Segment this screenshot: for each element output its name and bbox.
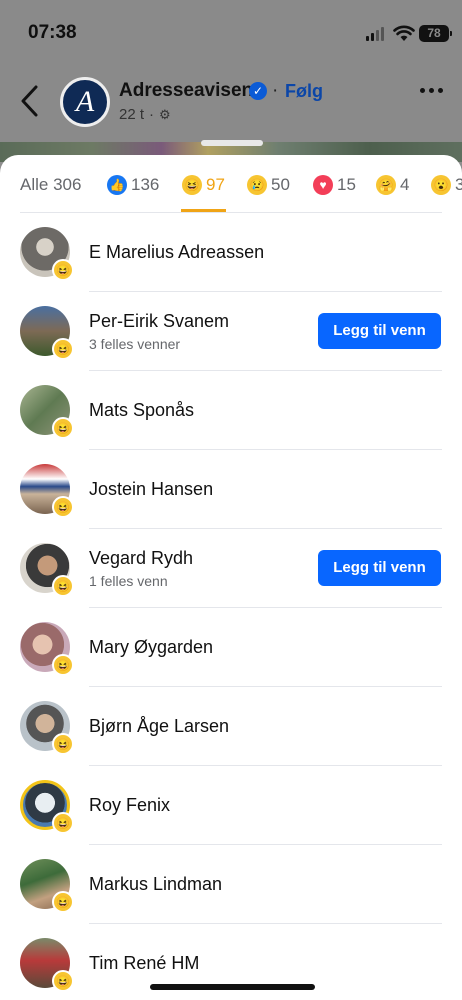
tab-care-count: 4 — [400, 175, 410, 194]
reaction-tabs: Alle 306 👍 136 😆 97 😢 50 ♥ 15 🤗 4 😮 3 — [0, 155, 462, 212]
cellular-signal-icon — [366, 27, 384, 41]
person-name[interactable]: E Marelius Adreassen — [89, 242, 264, 263]
person-name[interactable]: Jostein Hansen — [89, 479, 213, 500]
separator-dot: · — [149, 106, 155, 123]
list-item[interactable]: 😆 Jostein Hansen — [0, 450, 462, 529]
tab-haha[interactable]: 😆 97 — [182, 174, 225, 196]
post-age: 22 t — [119, 106, 145, 123]
tab-wow[interactable]: 😮 3 — [431, 174, 462, 196]
tab-love-count: 15 — [337, 175, 356, 194]
status-time: 07:38 — [28, 22, 77, 43]
care-reaction-icon: 🤗 — [376, 175, 396, 195]
sheet-grabber[interactable] — [201, 140, 263, 146]
haha-reaction-icon: 😆 — [52, 812, 74, 834]
tab-like-count: 136 — [131, 175, 160, 194]
person-name[interactable]: Bjørn Åge Larsen — [89, 716, 229, 737]
reactions-sheet: Alle 306 👍 136 😆 97 😢 50 ♥ 15 🤗 4 😮 3 😆 … — [0, 155, 462, 1000]
haha-reaction-icon: 😆 — [52, 575, 74, 597]
mutual-friends: 1 felles venn — [89, 573, 168, 589]
haha-reaction-icon: 😆 — [52, 970, 74, 992]
person-name[interactable]: Tim René HM — [89, 953, 199, 974]
tab-sad[interactable]: 😢 50 — [247, 174, 290, 196]
list-item[interactable]: 😆 Per-Eirik Svanem 3 felles venner Legg … — [0, 292, 462, 371]
mutual-friends: 3 felles venner — [89, 336, 181, 352]
settings-gear-icon: ⚙ — [159, 106, 171, 122]
page-name[interactable]: Adresseavisen — [119, 80, 253, 102]
sad-reaction-icon: 😢 — [247, 175, 267, 195]
tab-sad-count: 50 — [271, 175, 290, 194]
tab-wow-count: 3 — [455, 175, 462, 194]
battery-indicator: 78 — [419, 25, 452, 42]
list-item[interactable]: 😆 Mary Øygarden — [0, 608, 462, 687]
tab-all[interactable]: Alle 306 — [20, 174, 81, 196]
person-name[interactable]: Per-Eirik Svanem — [89, 311, 229, 332]
post-header: A Adresseavisen ✓ · Følg 22 t · ⚙ — [0, 62, 462, 142]
tab-all-label: Alle 306 — [20, 175, 82, 194]
more-options-icon[interactable] — [420, 88, 443, 93]
list-item[interactable]: 😆 E Marelius Adreassen — [0, 213, 462, 292]
page-avatar[interactable]: A — [60, 77, 110, 127]
haha-reaction-icon: 😆 — [52, 654, 74, 676]
wow-reaction-icon: 😮 — [431, 175, 451, 195]
tab-love[interactable]: ♥ 15 — [313, 174, 356, 196]
list-item[interactable]: 😆 Vegard Rydh 1 felles venn Legg til ven… — [0, 529, 462, 608]
back-arrow-icon[interactable] — [18, 84, 42, 118]
person-name[interactable]: Roy Fenix — [89, 795, 170, 816]
home-indicator[interactable] — [150, 984, 315, 990]
love-reaction-icon: ♥ — [313, 175, 333, 195]
status-bar: 07:38 78 — [0, 0, 462, 62]
haha-reaction-icon: 😆 — [52, 259, 74, 281]
haha-reaction-icon: 😆 — [52, 496, 74, 518]
haha-reaction-icon: 😆 — [52, 891, 74, 913]
separator-dot: · — [272, 80, 279, 101]
haha-reaction-icon: 😆 — [182, 175, 202, 195]
person-name[interactable]: Mats Sponås — [89, 400, 194, 421]
person-name[interactable]: Vegard Rydh — [89, 548, 193, 569]
haha-reaction-icon: 😆 — [52, 338, 74, 360]
haha-reaction-icon: 😆 — [52, 733, 74, 755]
tab-care[interactable]: 🤗 4 — [376, 174, 409, 196]
list-item[interactable]: 😆 Roy Fenix — [0, 766, 462, 845]
add-friend-button[interactable]: Legg til venn — [318, 313, 441, 349]
post-meta: 22 t · ⚙ — [119, 106, 171, 123]
list-item[interactable]: 😆 Mats Sponås — [0, 371, 462, 450]
follow-button[interactable]: Følg — [285, 81, 323, 102]
add-friend-button[interactable]: Legg til venn — [318, 550, 441, 586]
like-reaction-icon: 👍 — [107, 175, 127, 195]
wifi-icon — [393, 25, 415, 41]
tab-like[interactable]: 👍 136 — [107, 174, 159, 196]
person-name[interactable]: Mary Øygarden — [89, 637, 213, 658]
list-item[interactable]: 😆 Markus Lindman — [0, 845, 462, 924]
tab-haha-count: 97 — [206, 175, 225, 194]
verified-badge-icon: ✓ — [249, 82, 267, 100]
list-item[interactable]: 😆 Bjørn Åge Larsen — [0, 687, 462, 766]
person-name[interactable]: Markus Lindman — [89, 874, 222, 895]
haha-reaction-icon: 😆 — [52, 417, 74, 439]
